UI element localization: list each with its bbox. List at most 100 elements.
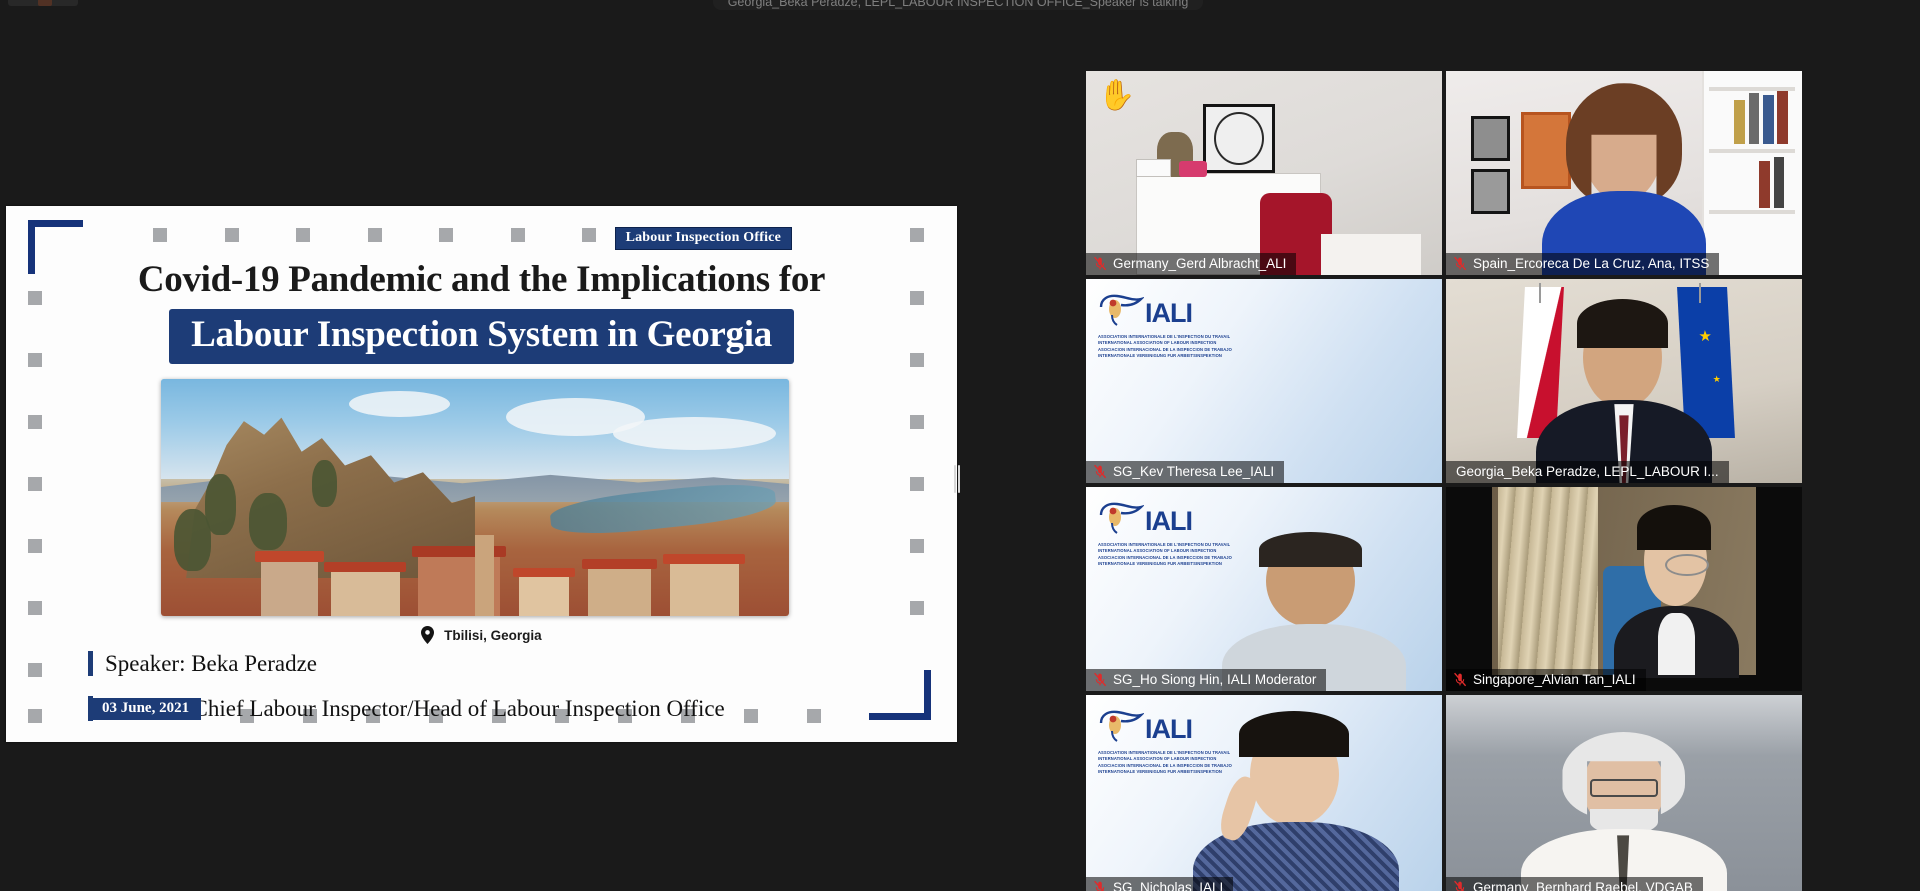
book	[1773, 156, 1785, 208]
photo-building	[588, 566, 651, 616]
slide-corner-bracket-bottom-right	[869, 670, 931, 720]
participant-name: SG_Ho Siong Hin, IALI Moderator	[1113, 672, 1317, 687]
iali-wordmark: IALI	[1145, 714, 1193, 744]
slide-title-line2-wrap: Labour Inspection System in Georgia	[6, 309, 957, 364]
hair	[1637, 505, 1712, 551]
participant-tile-sg-kev-theresa-lee[interactable]: IALI ASSOCIATION INTERNATIONALE DE L'INS…	[1086, 279, 1442, 483]
slide-decor-dot	[28, 663, 42, 677]
slide-decor-dot	[807, 709, 821, 723]
slide-photo-tbilisi	[161, 379, 789, 616]
participant-tile-spain-ana-ercoreca[interactable]: Spain_Ercoreca De La Cruz, Ana, ITSS	[1446, 71, 1802, 275]
glasses	[1589, 778, 1659, 797]
photo-building	[518, 574, 570, 616]
participant-name: Georgia_Beka Peradze, LEPL_LABOUR I...	[1456, 464, 1719, 479]
wall-art-mandala	[1214, 111, 1264, 165]
participant-name: SG_Nicholas_IALI	[1113, 880, 1224, 891]
location-pin-icon	[421, 626, 435, 644]
participant-name: Spain_Ercoreca De La Cruz, Ana, ITSS	[1473, 256, 1710, 271]
photo-tower	[475, 534, 494, 616]
participant-name: Germany_Bernhard Raebel, VDGAB	[1473, 880, 1693, 891]
participant-name-chip: Singapore_Alvian Tan_IALI	[1446, 669, 1646, 691]
room-backdrop	[1492, 487, 1756, 679]
slide-decor-dot	[910, 601, 924, 615]
participant-name: Germany_Gerd Albracht_ALI	[1113, 256, 1287, 271]
slide-decor-dot	[910, 539, 924, 553]
video-feed	[1446, 487, 1802, 691]
iali-subtitle-line: INTERNATIONALE VEREINIGUNG FUR ARBEITSIN…	[1098, 353, 1222, 359]
glasses	[1665, 553, 1710, 577]
participant-name-chip: Georgia_Beka Peradze, LEPL_LABOUR I...	[1446, 461, 1729, 483]
iali-logo: IALI ASSOCIATION INTERNATIONALE DE L'INS…	[1098, 293, 1232, 359]
shelf-divider	[1709, 148, 1795, 153]
slide-decor-dot	[153, 228, 167, 242]
video-feed	[1086, 71, 1442, 275]
iali-wordmark: IALI	[1145, 506, 1193, 536]
slide-title-line2: Labour Inspection System in Georgia	[169, 309, 794, 364]
book	[1777, 91, 1788, 145]
mic-muted-icon	[1094, 672, 1107, 687]
iali-subtitle: ASSOCIATION INTERNATIONALE DE L'INSPECTI…	[1098, 334, 1232, 359]
participant-name-chip: SG_Ho Siong Hin, IALI Moderator	[1086, 669, 1327, 691]
slide-decor-dot	[225, 228, 239, 242]
slide-decor-dot	[910, 415, 924, 429]
wall-photo	[1470, 115, 1511, 161]
iali-logo: IALI ASSOCIATION INTERNATIONALE DE L'INS…	[1098, 501, 1232, 567]
photo-roof	[581, 559, 658, 570]
participant-tile-georgia-beka-peradze[interactable]: ★ ★ Georgia_Beka Peradze, LEPL_LABOUR I.…	[1446, 279, 1802, 483]
participant-name-chip: Germany_Bernhard Raebel, VDGAB	[1446, 877, 1703, 891]
participant-name: Singapore_Alvian Tan_IALI	[1473, 672, 1636, 687]
pink-box	[1178, 160, 1208, 178]
photo-cloud	[613, 416, 777, 451]
participant-name: SG_Kev Theresa Lee_IALI	[1113, 464, 1275, 479]
slide-speaker-text: Speaker: Beka Peradze	[88, 651, 317, 677]
participant-tile-sg-ho-siong-hin[interactable]: IALI ASSOCIATION INTERNATIONALE DE L'INS…	[1086, 487, 1442, 691]
participant-tile-germany-bernhard-raebel[interactable]: Germany_Bernhard Raebel, VDGAB	[1446, 695, 1802, 891]
slide-decor-dot	[28, 539, 42, 553]
slide-decor-dot	[28, 709, 42, 723]
photo-roof	[663, 554, 746, 565]
shelf-divider	[1709, 209, 1795, 214]
iali-subtitle-line: INTERNATIONAL ASSOCIATION OF LABOUR INSP…	[1098, 340, 1217, 346]
photo-building	[330, 569, 400, 616]
book	[1759, 160, 1770, 208]
participant-name-chip: SG_Kev Theresa Lee_IALI	[1086, 461, 1285, 483]
slide-location-text: Tbilisi, Georgia	[444, 628, 542, 643]
slide-decor-dot	[511, 228, 525, 242]
slide-header-badge: Labour Inspection Office	[614, 227, 792, 250]
white-box	[1135, 158, 1172, 178]
iali-bird-icon	[1099, 502, 1144, 534]
iali-bird-icon	[1099, 294, 1144, 326]
participant-grid: ✋ Germany_Gerd Albracht_ALI Spain_Ercore…	[1086, 71, 1802, 891]
participant-tile-germany-gerd-albracht[interactable]: ✋ Germany_Gerd Albracht_ALI	[1086, 71, 1442, 275]
photo-building	[669, 561, 739, 616]
iali-subtitle-line: INTERNATIONAL ASSOCIATION OF LABOUR INSP…	[1098, 548, 1217, 554]
video-feed: IALI ASSOCIATION INTERNATIONALE DE L'INS…	[1086, 487, 1442, 691]
hair	[1259, 531, 1362, 567]
participant-figure	[1536, 295, 1712, 483]
mic-muted-icon	[1094, 880, 1105, 891]
slide-decor-dot	[744, 709, 758, 723]
slide-location-row: Tbilisi, Georgia	[6, 626, 957, 644]
video-feed: ★ ★	[1446, 279, 1802, 483]
screen-share-area: Labour Inspection Office Covid-19 Pandem…	[0, 0, 960, 891]
hair	[1239, 711, 1350, 758]
desk-surface	[1320, 234, 1421, 275]
participant-figure	[1521, 731, 1727, 891]
participant-name-chip: Germany_Gerd Albracht_ALI	[1086, 253, 1297, 275]
mic-muted-icon	[1454, 672, 1467, 687]
slide-decor-dot	[910, 228, 924, 242]
participant-tile-sg-nicholas[interactable]: IALI ASSOCIATION INTERNATIONALE DE L'INS…	[1086, 695, 1442, 891]
shared-slide: Labour Inspection Office Covid-19 Pandem…	[6, 206, 957, 742]
slide-decor-dot	[28, 477, 42, 491]
video-feed	[1446, 695, 1802, 891]
share-resize-handle[interactable]	[953, 462, 961, 496]
mic-muted-icon	[1094, 464, 1107, 479]
mic-muted-icon	[1454, 880, 1465, 891]
slide-title-line1: Covid-19 Pandemic and the Implications f…	[137, 259, 826, 300]
participant-tile-singapore-alvian-tan[interactable]: Singapore_Alvian Tan_IALI	[1446, 487, 1802, 691]
zoom-meeting-window: Georgia_Beka Peradze, LEPL_LABOUR INSPEC…	[0, 0, 1920, 891]
iali-subtitle-line: INTERNATIONALE VEREINIGUNG FUR ARBEITSIN…	[1098, 561, 1222, 567]
book	[1734, 99, 1746, 145]
participant-figure	[1221, 531, 1407, 691]
slide-decor-dot	[582, 228, 596, 242]
